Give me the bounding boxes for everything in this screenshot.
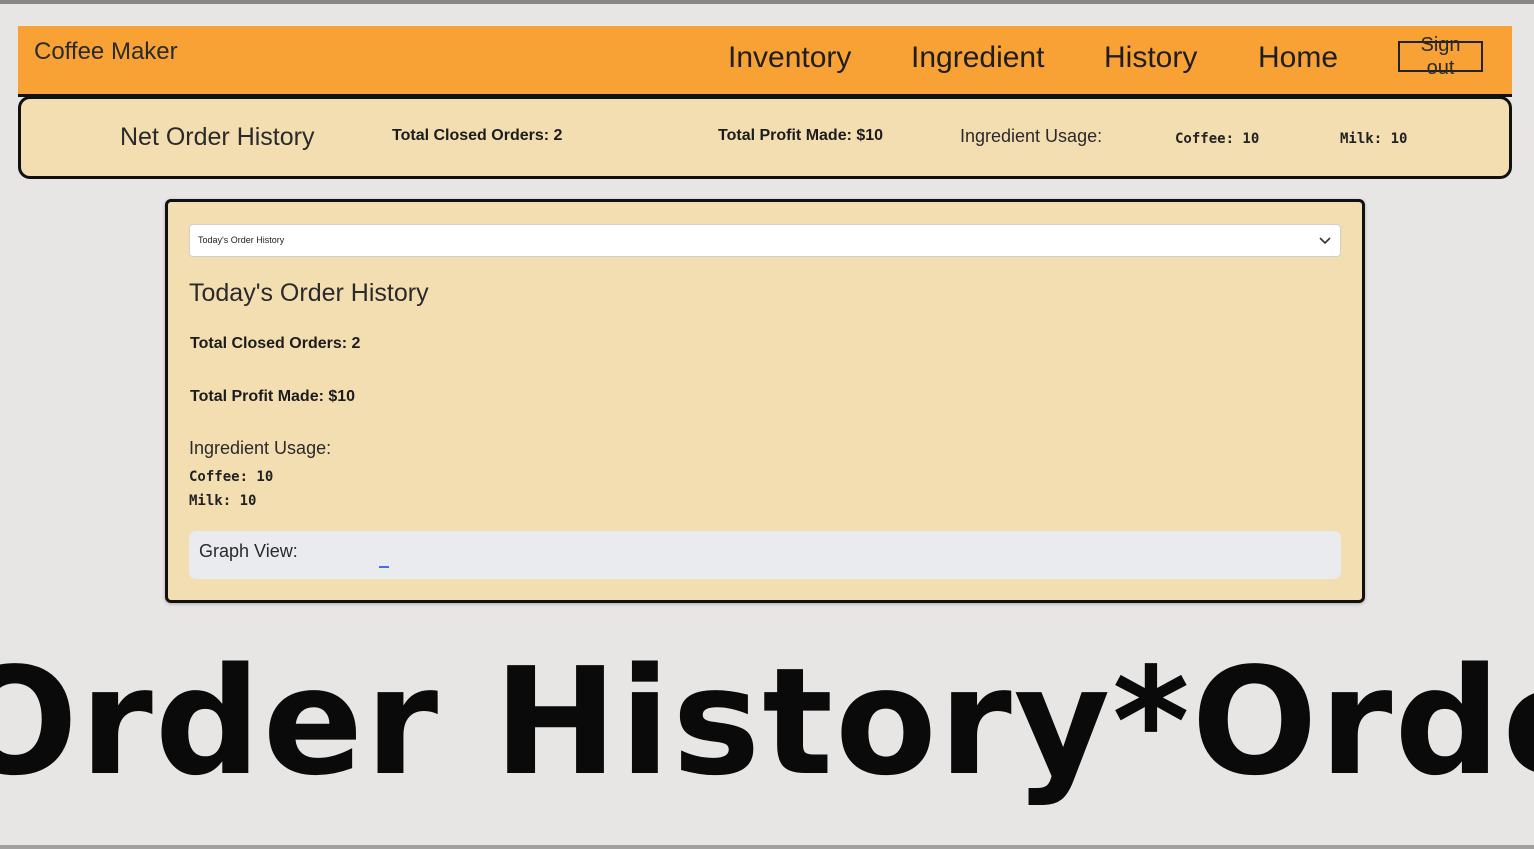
net-milk-usage: Milk: 10 <box>1340 131 1408 147</box>
net-order-summary: Net Order History Total Closed Orders: 2… <box>18 96 1512 179</box>
card-milk-usage: Milk: 10 <box>189 493 257 509</box>
page: Coffee Maker Inventory Ingredient Histor… <box>0 0 1534 849</box>
nav-link-home[interactable]: Home <box>1258 41 1338 75</box>
net-profit: Total Profit Made: $10 <box>718 127 884 144</box>
card-ingredient-usage-label: Ingredient Usage: <box>189 438 332 458</box>
nav-link-history[interactable]: History <box>1104 41 1197 75</box>
window-top-edge <box>0 0 1534 4</box>
card-coffee-usage: Coffee: 10 <box>189 469 274 485</box>
history-range-select[interactable]: Today's Order History <box>189 224 1341 257</box>
net-closed-orders: Total Closed Orders: 2 <box>392 127 563 144</box>
graph-view-panel: Graph View: <box>189 531 1341 579</box>
net-ingredient-usage-label: Ingredient Usage: <box>960 126 1103 146</box>
window-bottom-edge <box>0 845 1534 849</box>
nav-link-inventory[interactable]: Inventory <box>728 41 851 75</box>
graph-placeholder-mark <box>379 566 389 568</box>
card-title: Today's Order History <box>189 279 429 307</box>
order-history-card: Today's Order History Today's Order Hist… <box>165 199 1365 603</box>
order-history-marquee: Order History*Order History*Order Histor… <box>0 636 1534 808</box>
navbar: Coffee Maker Inventory Ingredient Histor… <box>18 26 1512 97</box>
graph-view-label: Graph View: <box>199 541 298 561</box>
net-coffee-usage: Coffee: 10 <box>1175 131 1260 147</box>
nav-link-ingredient[interactable]: Ingredient <box>911 41 1044 75</box>
brand-title[interactable]: Coffee Maker <box>34 38 178 66</box>
chevron-down-icon <box>1319 237 1331 245</box>
net-order-title: Net Order History <box>120 123 315 151</box>
history-range-select-value: Today's Order History <box>198 235 285 245</box>
card-closed-orders: Total Closed Orders: 2 <box>190 335 361 352</box>
sign-out-button[interactable]: Sign out <box>1398 34 1483 79</box>
card-profit: Total Profit Made: $10 <box>190 388 356 405</box>
